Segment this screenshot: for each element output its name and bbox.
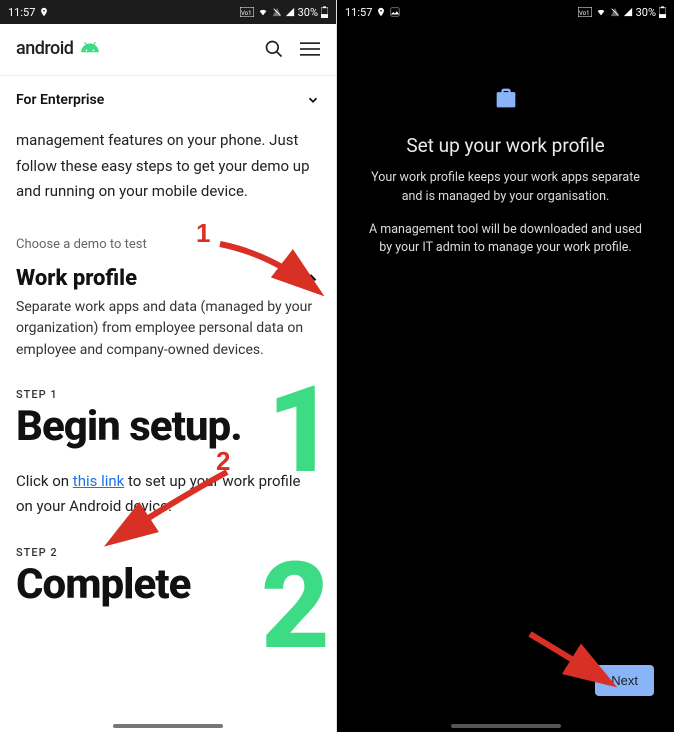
appbar: android [0,24,336,69]
menu-icon[interactable] [300,39,320,59]
status-bar: 11:57 Vo1 30% [0,0,336,24]
signal-icon [623,7,633,17]
location-icon [376,7,386,17]
choose-demo-label: Choose a demo to test [0,213,336,258]
enterprise-label: For Enterprise [16,92,104,108]
status-time: 11:57 [8,6,35,19]
status-time: 11:57 [345,6,372,19]
accordion-description: Separate work apps and data (managed by … [0,297,336,370]
battery-text: 30% [636,6,656,19]
setup-subtitle-1: Your work profile keeps your work apps s… [365,169,646,207]
signal-off-icon [610,7,620,17]
setup-title: Set up your work profile [357,134,654,157]
this-link[interactable]: this link [73,472,124,490]
chevron-up-icon [302,269,320,287]
chevron-down-icon [306,93,320,107]
enterprise-dropdown[interactable]: For Enterprise [0,76,336,124]
nav-pill[interactable] [451,724,561,728]
screen-android-demo: 11:57 Vo1 30% android For Enterprise man… [0,0,337,732]
step2-decorative-number: 2 [261,547,330,667]
wifi-icon [257,7,269,17]
volte-icon: Vo1 [578,7,592,17]
screen-setup-work-profile: 11:57 Vo1 30% Set up your work profile Y… [337,0,674,732]
intro-paragraph: management features on your phone. Just … [0,124,336,213]
step1-text-prefix: Click on [16,472,73,490]
setup-subtitle-2: A management tool will be downloaded and… [365,221,646,259]
briefcase-icon [492,84,520,112]
location-icon [39,7,49,17]
status-bar: 11:57 Vo1 30% [337,0,674,24]
signal-off-icon [272,7,282,17]
battery-text: 30% [298,6,318,19]
step1-decorative-number: 1 [267,371,336,491]
image-icon [390,7,400,17]
brand-text: android [16,38,73,59]
battery-icon [659,6,666,18]
search-icon[interactable] [264,39,284,59]
svg-text:Vo1: Vo1 [579,10,589,17]
next-button[interactable]: Next [595,665,654,696]
volte-icon: Vo1 [240,7,254,17]
battery-icon [321,6,328,18]
wifi-icon [595,7,607,17]
accordion-title: Work profile [16,266,137,291]
signal-icon [285,7,295,17]
android-logo-icon [79,42,101,56]
svg-text:Vo1: Vo1 [241,10,251,17]
work-profile-accordion[interactable]: Work profile [0,258,336,297]
nav-pill[interactable] [113,724,223,728]
